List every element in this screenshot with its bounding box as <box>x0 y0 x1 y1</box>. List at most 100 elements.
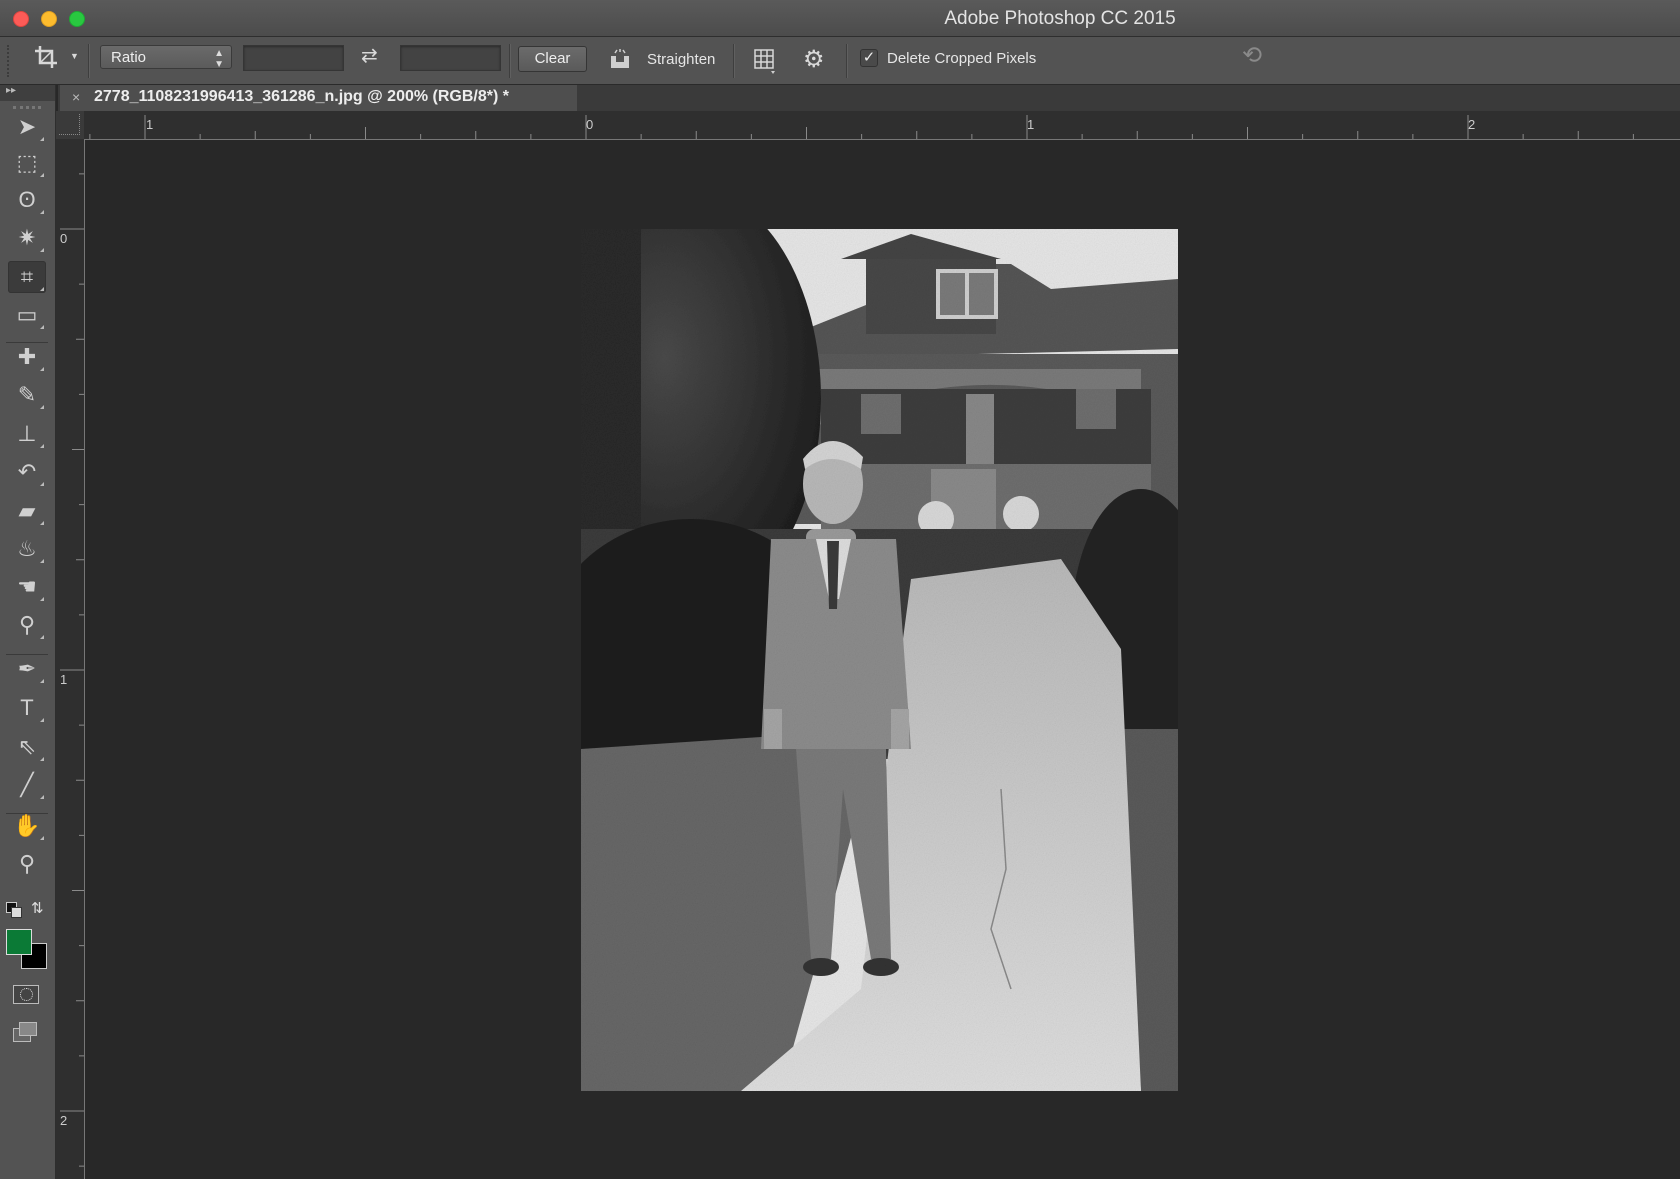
submenu-indicator-icon <box>40 367 44 371</box>
move-tool[interactable]: ➤ <box>8 111 46 143</box>
ruler-icon: ▭ <box>16 302 38 327</box>
history-brush-tool[interactable]: ↶ <box>8 456 46 488</box>
separator <box>509 44 511 78</box>
options-bar: ▼ Ratio ▲ ▼ ⇄ Clear Straighten ⚙ ✓ Delete… <box>0 37 1680 85</box>
default-colors-icon[interactable] <box>6 902 22 918</box>
separator <box>846 44 848 78</box>
submenu-indicator-icon <box>40 210 44 214</box>
dodge-tool[interactable]: ⚲ <box>8 609 46 641</box>
marquee-icon: ⬚ <box>16 150 38 175</box>
select-arrows-icon: ▲ ▼ <box>214 48 224 70</box>
options-bar-grip[interactable] <box>7 45 11 77</box>
lasso-icon: ʘ <box>18 187 36 212</box>
horizontal-ruler-ticks <box>89 115 1634 139</box>
zoom-tool[interactable]: ⚲ <box>8 848 46 880</box>
hruler-label: 1 <box>1027 117 1035 132</box>
submenu-indicator-icon <box>40 597 44 601</box>
submenu-indicator-icon <box>40 795 44 799</box>
straighten-icon[interactable] <box>607 48 633 75</box>
pen-icon: ✒ <box>17 656 37 681</box>
horizontal-ruler[interactable] <box>84 111 1680 140</box>
hand-tool[interactable]: ✋ <box>8 810 46 842</box>
type-tool[interactable]: T <box>8 692 46 724</box>
title-bar: Adobe Photoshop CC 2015 <box>0 0 1680 37</box>
submenu-indicator-icon <box>40 679 44 683</box>
swap-colors-icon[interactable]: ⇅ <box>31 899 44 917</box>
submenu-indicator-icon <box>40 559 44 563</box>
gear-icon[interactable]: ⚙ <box>803 45 825 74</box>
healing-brush-tool[interactable]: ✚ <box>8 341 46 373</box>
reset-icon[interactable]: ⟲ <box>1242 41 1262 70</box>
vertical-ruler[interactable] <box>56 139 85 1179</box>
eraser-tool[interactable]: ▰ <box>8 495 46 527</box>
hand-icon: ✋ <box>13 813 41 838</box>
submenu-indicator-icon <box>40 635 44 639</box>
crop-icon[interactable] <box>33 44 59 77</box>
close-tab-icon[interactable]: × <box>72 89 80 105</box>
hruler-label: 1 <box>146 117 154 132</box>
smudge-tool[interactable]: ☚ <box>8 571 46 603</box>
paint-bucket-icon: ♨ <box>17 536 37 561</box>
ruler-tool[interactable]: ▭ <box>8 299 46 331</box>
healing-brush-icon: ✚ <box>17 344 37 369</box>
hruler-label: 0 <box>586 117 594 132</box>
brush-icon: ✎ <box>17 382 37 407</box>
foreground-color-swatch[interactable] <box>6 929 32 955</box>
submenu-indicator-icon <box>40 482 44 486</box>
grid-overlay-icon[interactable] <box>753 48 777 79</box>
path-selection-tool[interactable]: ⇖ <box>8 731 46 763</box>
collapse-panel-icon[interactable]: ▸▸ <box>6 85 16 96</box>
marquee-tool[interactable]: ⬚ <box>8 147 46 179</box>
vruler-label: 2 <box>60 1113 68 1128</box>
zoom-icon: ⚲ <box>18 851 36 876</box>
smudge-icon: ☚ <box>17 574 37 599</box>
crop-width-field[interactable] <box>243 45 344 71</box>
swap-arrows-icon[interactable]: ⇄ <box>361 43 378 68</box>
tools-panel-header[interactable]: ▸▸ <box>0 85 55 101</box>
submenu-indicator-icon <box>40 718 44 722</box>
submenu-indicator-icon <box>40 137 44 141</box>
submenu-indicator-icon <box>40 325 44 329</box>
magic-wand-tool[interactable]: ✷ <box>8 222 46 254</box>
line-tool[interactable]: ╱ <box>8 769 46 801</box>
pen-tool[interactable]: ✒ <box>8 653 46 685</box>
ratio-select-value: Ratio <box>111 49 147 66</box>
document-tab[interactable]: × 2778_1108231996413_361286_n.jpg @ 200%… <box>60 85 577 111</box>
submenu-indicator-icon <box>40 521 44 525</box>
delete-cropped-pixels-checkbox[interactable]: ✓ <box>860 49 878 67</box>
hruler-label: 2 <box>1468 117 1476 132</box>
submenu-indicator-icon <box>40 444 44 448</box>
ruler-origin[interactable] <box>56 111 84 139</box>
clear-button[interactable]: Clear <box>518 46 587 72</box>
screen-mode-button[interactable] <box>13 1022 37 1042</box>
delete-cropped-pixels-label[interactable]: Delete Cropped Pixels <box>887 50 1036 67</box>
submenu-indicator-icon <box>40 757 44 761</box>
vertical-ruler-ticks <box>60 173 84 1167</box>
clone-stamp-icon: ⊥ <box>17 421 37 446</box>
separator <box>733 44 735 78</box>
separator <box>88 44 90 78</box>
brush-tool[interactable]: ✎ <box>8 379 46 411</box>
document-image[interactable] <box>581 229 1178 1091</box>
dodge-icon: ⚲ <box>18 612 36 637</box>
window-title: Adobe Photoshop CC 2015 <box>944 8 1176 29</box>
submenu-indicator-icon <box>40 173 44 177</box>
submenu-indicator-icon <box>40 248 44 252</box>
lasso-tool[interactable]: ʘ <box>8 184 46 216</box>
tool-group-separator <box>6 654 48 655</box>
straighten-label[interactable]: Straighten <box>647 51 715 68</box>
clone-stamp-tool[interactable]: ⊥ <box>8 418 46 450</box>
magic-wand-icon: ✷ <box>17 225 37 250</box>
submenu-indicator-icon <box>40 405 44 409</box>
crop-tool[interactable]: ⌗ <box>8 261 46 293</box>
history-brush-icon: ↶ <box>17 459 37 484</box>
paint-bucket-tool[interactable]: ♨ <box>8 533 46 565</box>
submenu-indicator-icon <box>40 287 44 291</box>
ratio-select[interactable]: Ratio ▲ ▼ <box>100 45 232 70</box>
quick-mask-button[interactable] <box>13 985 39 1004</box>
crop-height-field[interactable] <box>400 45 501 71</box>
quick-mask-icon <box>20 988 33 1001</box>
path-selection-icon: ⇖ <box>17 734 37 759</box>
tool-preset-dropdown-icon[interactable]: ▼ <box>70 51 79 61</box>
tool-group-separator <box>6 813 48 814</box>
